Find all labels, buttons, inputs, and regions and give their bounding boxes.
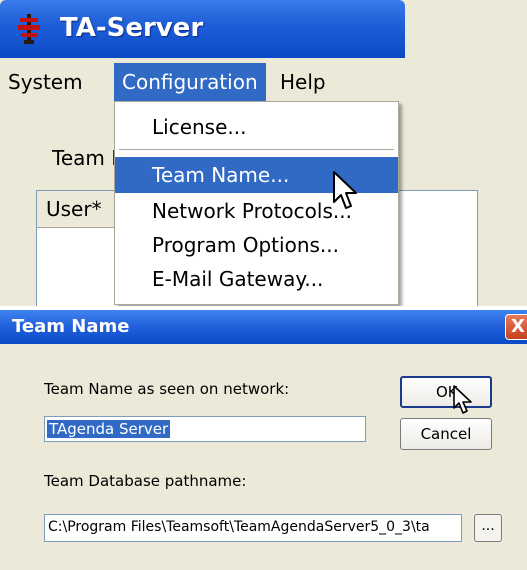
- close-button[interactable]: X: [505, 314, 527, 340]
- app-icon: [18, 14, 40, 44]
- team-name-dialog: Team Name X Team Name as seen on network…: [0, 310, 527, 570]
- browse-button[interactable]: ...: [474, 514, 502, 542]
- column-user-label: User*: [46, 197, 102, 221]
- app-title: TA-Server: [60, 13, 204, 43]
- menu-configuration[interactable]: Configuration: [114, 63, 266, 101]
- menu-separator: [119, 149, 394, 150]
- network-name-label: Team Name as seen on network:: [44, 380, 290, 398]
- title-bar[interactable]: TA-Server: [0, 0, 405, 58]
- menu-item-email-gateway[interactable]: E-Mail Gateway...: [115, 261, 398, 297]
- ok-button[interactable]: OK: [400, 376, 492, 408]
- menu-item-program-options[interactable]: Program Options...: [115, 227, 398, 263]
- cancel-button[interactable]: Cancel: [400, 418, 492, 450]
- menu-help[interactable]: Help: [272, 63, 334, 101]
- database-path-label: Team Database pathname:: [44, 472, 247, 490]
- dialog-title: Team Name: [12, 316, 130, 337]
- mouse-cursor-icon: [453, 385, 472, 414]
- dialog-title-bar[interactable]: Team Name: [0, 310, 527, 344]
- team-name-input[interactable]: TAgenda Server: [44, 416, 366, 442]
- database-path-value: C:\Program Files\Teamsoft\TeamAgendaServ…: [48, 519, 430, 535]
- database-path-input[interactable]: C:\Program Files\Teamsoft\TeamAgendaServ…: [44, 514, 462, 542]
- team-label: Team I: [52, 146, 118, 170]
- ta-server-window: TA-Server System Configuration Help Team…: [0, 0, 527, 306]
- mouse-cursor-icon: [333, 171, 357, 209]
- menu-item-license[interactable]: License...: [115, 109, 398, 145]
- team-name-value: TAgenda Server: [47, 420, 171, 438]
- menu-system[interactable]: System: [0, 63, 91, 101]
